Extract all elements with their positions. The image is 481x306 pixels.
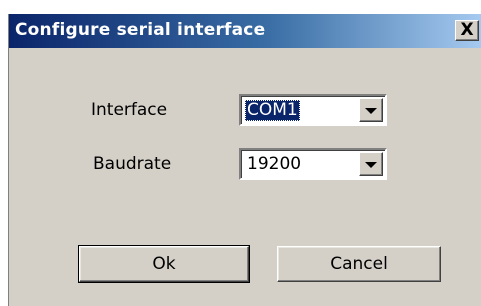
baudrate-label: Baudrate (93, 154, 172, 174)
dialog-title: Configure serial interface (15, 20, 266, 40)
title-bar[interactable]: Configure serial interface X (9, 14, 481, 48)
interface-value: COM1 (245, 100, 300, 121)
close-button[interactable]: X (455, 20, 479, 41)
interface-select[interactable]: COM1 (239, 94, 387, 126)
close-icon: X (460, 20, 474, 40)
baudrate-dropdown-button[interactable] (359, 152, 383, 176)
interface-label: Interface (91, 100, 168, 120)
baudrate-select[interactable]: 19200 (239, 148, 387, 180)
chevron-down-icon (365, 162, 377, 168)
baudrate-value: 19200 (247, 154, 302, 174)
chevron-down-icon (365, 108, 377, 114)
cancel-button[interactable]: Cancel (277, 246, 441, 282)
ok-button[interactable]: Ok (78, 245, 250, 283)
interface-dropdown-button[interactable] (359, 98, 383, 122)
configure-dialog: Configure serial interface X Interface C… (8, 14, 481, 306)
